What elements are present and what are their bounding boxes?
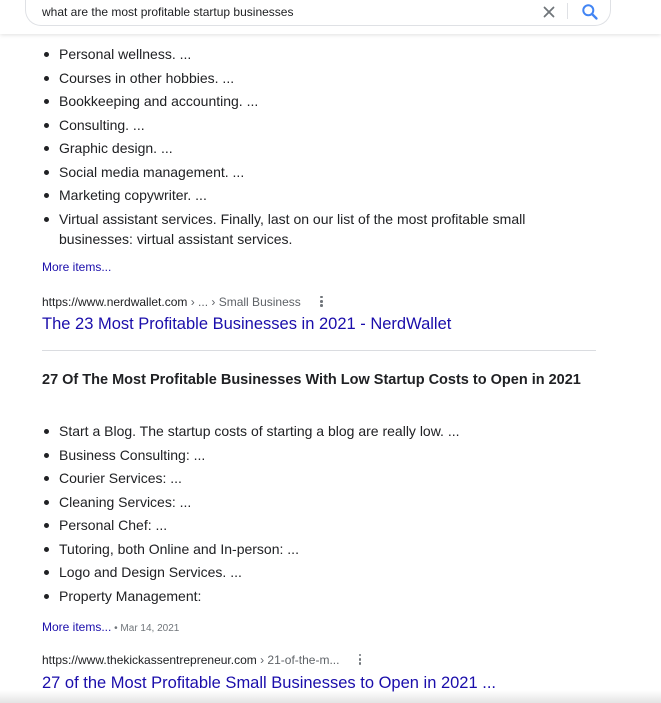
search-box bbox=[25, 0, 611, 26]
list-item: Virtual assistant services. Finally, las… bbox=[42, 209, 582, 249]
divider bbox=[567, 3, 568, 19]
list-item: Graphic design. ... bbox=[42, 138, 582, 158]
more-items-link[interactable]: More items... bbox=[42, 260, 111, 274]
more-items-link[interactable]: More items... bbox=[42, 620, 111, 634]
result-title-link[interactable]: The 23 Most Profitable Businesses in 202… bbox=[42, 315, 451, 334]
more-vert-icon[interactable] bbox=[320, 295, 324, 308]
list-item: Personal Chef: ... bbox=[42, 515, 582, 535]
list-item: Courier Services: ... bbox=[42, 468, 582, 488]
list-item: Courses in other hobbies. ... bbox=[42, 68, 582, 88]
more-items-row: More items... • Mar 14, 2021 bbox=[42, 618, 179, 636]
list-item: Business Consulting: ... bbox=[42, 445, 582, 465]
list-item: Start a Blog. The startup costs of start… bbox=[42, 421, 582, 441]
list-item: Personal wellness. ... bbox=[42, 44, 582, 64]
close-icon[interactable] bbox=[540, 3, 558, 21]
divider bbox=[42, 350, 596, 351]
list-item: Consulting. ... bbox=[42, 115, 582, 135]
snippet-heading: 27 Of The Most Profitable Businesses Wit… bbox=[42, 372, 581, 388]
list-item: Social media management. ... bbox=[42, 162, 582, 182]
list-item: Marketing copywriter. ... bbox=[42, 185, 582, 205]
list-item: Bookkeeping and accounting. ... bbox=[42, 91, 582, 111]
result-breadcrumb: › ... › Small Business bbox=[187, 295, 301, 309]
result-url: https://www.nerdwallet.com bbox=[42, 295, 188, 309]
search-icon[interactable] bbox=[580, 2, 600, 22]
result-date: Mar 14, 2021 bbox=[120, 623, 180, 634]
result-cite: https://www.thekickassentrepreneur.com ›… bbox=[42, 653, 363, 667]
list-item: Tutoring, both Online and In-person: ... bbox=[42, 539, 582, 559]
result2-list: Start a Blog. The startup costs of start… bbox=[42, 421, 582, 609]
search-header bbox=[0, 0, 661, 34]
list-item: Logo and Design Services. ... bbox=[42, 562, 582, 582]
scroll-shadow bbox=[0, 690, 661, 703]
list-item: Property Management: bbox=[42, 586, 582, 606]
result-cite: https://www.nerdwallet.com › ... › Small… bbox=[42, 295, 324, 309]
list-item: Cleaning Services: ... bbox=[42, 492, 582, 512]
more-vert-icon[interactable] bbox=[358, 653, 363, 666]
result-breadcrumb: › 21-of-the-m... bbox=[256, 653, 340, 667]
search-input[interactable] bbox=[42, 3, 522, 21]
result-url: https://www.thekickassentrepreneur.com bbox=[42, 653, 257, 667]
result1-list: Personal wellness. ... Courses in other … bbox=[42, 44, 582, 252]
search-results: Personal wellness. ... Courses in other … bbox=[0, 0, 661, 703]
